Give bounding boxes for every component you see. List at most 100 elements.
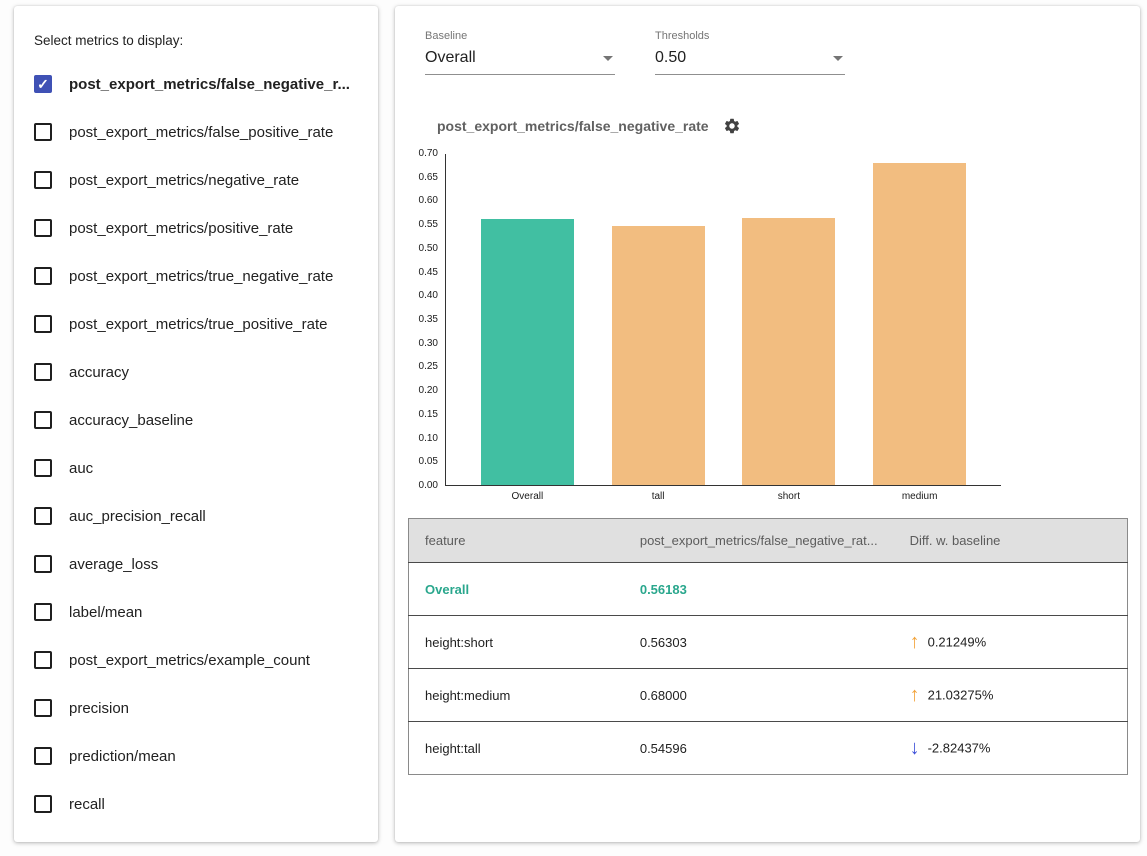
table-row: Overall0.56183 [409, 563, 1128, 616]
metric-label: auc [69, 460, 93, 477]
metric-checkbox-item[interactable]: ✓post_export_metrics/false_negative_r... [34, 60, 358, 108]
metric-checkbox-item[interactable]: post_export_metrics/true_negative_rate [34, 252, 358, 300]
chart-title: post_export_metrics/false_negative_rate [437, 118, 709, 134]
y-axis-tick-label: 0.10 [419, 434, 438, 444]
metric-checkbox-item[interactable]: label/mean [34, 588, 358, 636]
x-axis-tick-label: short [724, 491, 855, 502]
checkbox-unchecked-icon[interactable] [34, 363, 52, 381]
arrow-up-icon: ↑ [910, 684, 920, 706]
y-axis-tick-label: 0.65 [419, 173, 438, 183]
plot-area: Overalltallshortmedium [445, 154, 1001, 486]
y-axis: 0.000.050.100.150.200.250.300.350.400.45… [395, 154, 445, 486]
y-axis-tick-label: 0.50 [419, 244, 438, 254]
feature-cell: height:tall [409, 722, 624, 775]
metric-checkbox-item[interactable]: auc [34, 444, 358, 492]
metric-value-cell: 0.54596 [624, 722, 894, 775]
x-axis-tick-label: medium [854, 491, 985, 502]
bar-medium[interactable] [873, 163, 966, 486]
arrow-down-icon: ↓ [910, 737, 920, 759]
chevron-down-icon[interactable] [833, 56, 843, 61]
metric-checkbox-item[interactable]: average_loss [34, 540, 358, 588]
metrics-panel: Select metrics to display: ✓post_export_… [14, 6, 378, 842]
y-axis-tick-label: 0.70 [419, 149, 438, 159]
table-body: Overall0.56183height:short0.56303↑0.2124… [409, 563, 1128, 775]
arrow-up-icon: ↑ [910, 631, 920, 653]
checkbox-unchecked-icon[interactable] [34, 603, 52, 621]
header-feature: feature [409, 519, 624, 563]
checkbox-checked-icon[interactable]: ✓ [34, 75, 52, 93]
metric-checkbox-item[interactable]: post_export_metrics/positive_rate [34, 204, 358, 252]
thresholds-select-label: Thresholds [655, 30, 845, 42]
x-axis-tick-label: tall [593, 491, 724, 502]
diff-cell [894, 563, 1128, 616]
metric-checkbox-item[interactable]: recall [34, 780, 358, 828]
header-diff-baseline: Diff. w. baseline [894, 519, 1128, 563]
y-axis-tick-label: 0.20 [419, 386, 438, 396]
baseline-select[interactable]: Baseline Overall [425, 30, 615, 75]
feature-cell: height:short [409, 616, 624, 669]
results-table: feature post_export_metrics/false_negati… [408, 518, 1128, 775]
table-row: height:tall0.54596 ↓ -2.82437% [409, 722, 1128, 775]
checkbox-unchecked-icon[interactable] [34, 267, 52, 285]
metric-value-cell: 0.56303 [624, 616, 894, 669]
metric-checkbox-item[interactable]: accuracy_baseline [34, 396, 358, 444]
bar-short[interactable] [742, 218, 835, 485]
bar-overall[interactable] [481, 219, 574, 485]
checkbox-unchecked-icon[interactable] [34, 651, 52, 669]
bar-group: tall [593, 154, 724, 485]
table-header-row: feature post_export_metrics/false_negati… [409, 519, 1128, 563]
checkbox-unchecked-icon[interactable] [34, 219, 52, 237]
checkbox-unchecked-icon[interactable] [34, 411, 52, 429]
y-axis-tick-label: 0.25 [419, 362, 438, 372]
metric-checkbox-item[interactable]: post_export_metrics/true_positive_rate [34, 300, 358, 348]
metric-label: post_export_metrics/negative_rate [69, 172, 299, 189]
diff-cell: ↑21.03275% [894, 669, 1128, 722]
metric-checkbox-item[interactable]: precision [34, 684, 358, 732]
metric-checkbox-item[interactable]: post_export_metrics/false_positive_rate [34, 108, 358, 156]
bar-group: Overall [462, 154, 593, 485]
metric-label: post_export_metrics/true_positive_rate [69, 316, 327, 333]
y-axis-tick-label: 0.40 [419, 291, 438, 301]
checkbox-unchecked-icon[interactable] [34, 699, 52, 717]
table-row: height:medium0.68000↑21.03275% [409, 669, 1128, 722]
metric-checkbox-item[interactable]: accuracy [34, 348, 358, 396]
metric-label: accuracy [69, 364, 129, 381]
y-axis-tick-label: 0.35 [419, 315, 438, 325]
metric-checkbox-item[interactable]: prediction/mean [34, 732, 358, 780]
metric-label: post_export_metrics/example_count [69, 652, 310, 669]
diff-cell: ↑0.21249% [894, 616, 1128, 669]
feature-cell: Overall [409, 563, 624, 616]
metric-label: auc_precision_recall [69, 508, 206, 525]
checkbox-unchecked-icon[interactable] [34, 747, 52, 765]
bar-group: medium [854, 154, 985, 485]
bar-tall[interactable] [612, 226, 705, 485]
metrics-list: ✓post_export_metrics/false_negative_r...… [34, 60, 358, 828]
checkbox-unchecked-icon[interactable] [34, 507, 52, 525]
checkbox-unchecked-icon[interactable] [34, 555, 52, 573]
checkbox-unchecked-icon[interactable] [34, 171, 52, 189]
metric-label: accuracy_baseline [69, 412, 193, 429]
bar-group: short [724, 154, 855, 485]
metric-label: post_export_metrics/true_negative_rate [69, 268, 333, 285]
bar-chart: 0.000.050.100.150.200.250.300.350.400.45… [395, 154, 1140, 486]
checkbox-unchecked-icon[interactable] [34, 123, 52, 141]
baseline-select-value: Overall [425, 49, 476, 67]
diff-value: -2.82437% [928, 741, 991, 756]
thresholds-select-value: 0.50 [655, 49, 686, 67]
gear-icon[interactable] [723, 117, 741, 135]
checkbox-unchecked-icon[interactable] [34, 795, 52, 813]
y-axis-tick-label: 0.55 [419, 220, 438, 230]
chevron-down-icon[interactable] [603, 56, 613, 61]
checkbox-unchecked-icon[interactable] [34, 459, 52, 477]
x-axis-tick-label: Overall [462, 491, 593, 502]
metric-label: label/mean [69, 604, 142, 621]
metric-value-cell: 0.56183 [624, 563, 894, 616]
metric-checkbox-item[interactable]: auc_precision_recall [34, 492, 358, 540]
metric-checkbox-item[interactable]: post_export_metrics/example_count [34, 636, 358, 684]
metric-label: precision [69, 700, 129, 717]
metric-checkbox-item[interactable]: post_export_metrics/negative_rate [34, 156, 358, 204]
thresholds-select[interactable]: Thresholds 0.50 [655, 30, 845, 75]
main-panel: Baseline Overall Thresholds 0.50 post_ex… [395, 6, 1140, 842]
metric-label: post_export_metrics/false_positive_rate [69, 124, 333, 141]
checkbox-unchecked-icon[interactable] [34, 315, 52, 333]
